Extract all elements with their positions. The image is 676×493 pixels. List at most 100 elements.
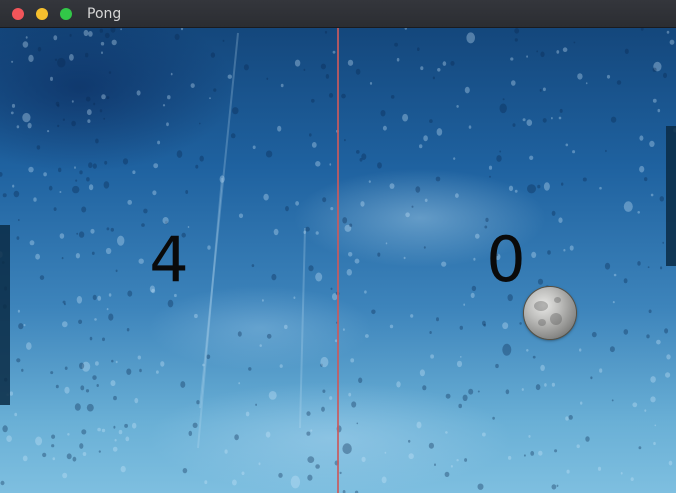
raindrop <box>442 61 447 66</box>
raindrop <box>174 33 180 40</box>
raindrop <box>529 155 534 160</box>
raindrop <box>652 67 657 72</box>
raindrop <box>311 98 315 103</box>
raindrop <box>505 389 510 395</box>
raindrop <box>28 166 34 173</box>
raindrop <box>112 446 118 452</box>
raindrop <box>86 177 90 182</box>
raindrop <box>526 55 528 58</box>
raindrop <box>649 140 655 147</box>
maximize-window-button[interactable] <box>60 8 72 20</box>
raindrop <box>542 118 547 123</box>
raindrop <box>90 228 95 234</box>
raindrop <box>585 436 590 442</box>
raindrop <box>285 206 289 212</box>
raindrop <box>662 241 664 244</box>
game-field[interactable]: 4 0 <box>0 28 676 493</box>
raindrop <box>496 155 502 162</box>
raindrop <box>368 180 371 183</box>
raindrop <box>435 176 441 182</box>
raindrop <box>492 416 495 420</box>
raindrop <box>12 184 15 188</box>
raindrop <box>86 109 92 116</box>
close-window-button[interactable] <box>12 8 24 20</box>
raindrop <box>101 51 103 54</box>
raindrop <box>349 223 353 227</box>
raindrop <box>255 403 257 406</box>
right-player-score: 0 <box>486 223 526 296</box>
title-bar[interactable]: Pong <box>0 0 676 28</box>
raindrop <box>54 58 58 61</box>
raindrop <box>408 453 414 460</box>
raindrop <box>526 119 533 126</box>
raindrop <box>537 278 544 285</box>
raindrop <box>390 95 395 99</box>
raindrop <box>419 369 425 377</box>
raindrop <box>114 438 117 442</box>
raindrop <box>42 452 47 458</box>
raindrop <box>67 433 70 436</box>
raindrop <box>9 391 13 396</box>
raindrop <box>22 112 31 123</box>
left-paddle[interactable] <box>0 225 10 405</box>
raindrop <box>180 28 184 31</box>
raindrop <box>311 142 317 148</box>
raindrop <box>258 462 261 466</box>
raindrop <box>176 150 183 158</box>
raindrop <box>207 245 211 250</box>
raindrop <box>489 175 491 178</box>
raindrop <box>62 118 65 121</box>
ball-crater <box>550 313 562 325</box>
raindrop <box>23 324 26 327</box>
raindrop <box>329 396 333 400</box>
raindrop <box>48 185 53 191</box>
raindrop <box>647 266 650 269</box>
raindrop <box>53 35 58 41</box>
raindrop <box>232 107 239 115</box>
raindrop <box>543 182 550 191</box>
raindrop <box>199 122 201 125</box>
raindrop <box>423 135 428 142</box>
raindrop <box>268 391 277 400</box>
raindrop <box>609 346 615 353</box>
right-paddle[interactable] <box>666 126 676 266</box>
raindrop <box>444 471 450 477</box>
raindrop <box>660 266 663 270</box>
raindrop <box>576 444 580 449</box>
raindrop <box>83 29 89 37</box>
raindrop <box>37 46 42 52</box>
raindrop <box>245 411 250 417</box>
raindrop <box>293 296 296 300</box>
raindrop <box>126 328 130 332</box>
raindrop <box>315 464 320 469</box>
raindrop <box>101 94 106 100</box>
raindrop <box>532 355 536 359</box>
raindrop <box>306 431 311 436</box>
raindrop <box>623 278 628 284</box>
raindrop <box>417 47 420 51</box>
raindrop <box>577 73 583 80</box>
ball-crater <box>538 319 546 326</box>
raindrop <box>59 191 62 193</box>
minimize-window-button[interactable] <box>36 8 48 20</box>
raindrop <box>377 162 382 169</box>
raindrop <box>33 197 37 202</box>
raindrop <box>170 72 173 76</box>
raindrop <box>354 258 360 264</box>
raindrop <box>666 354 671 360</box>
raindrop <box>453 157 456 160</box>
raindrop <box>556 484 559 487</box>
raindrop <box>143 208 148 214</box>
raindrop <box>74 166 76 169</box>
raindrop <box>459 325 463 330</box>
raindrop <box>666 30 670 34</box>
raindrop <box>61 257 64 260</box>
raindrop <box>573 41 576 44</box>
raindrop <box>259 344 262 347</box>
raindrop <box>579 348 582 352</box>
raindrop <box>380 110 386 117</box>
raindrop <box>6 435 12 443</box>
raindrop <box>422 385 427 391</box>
raindrop <box>527 184 536 194</box>
raindrop <box>616 80 622 85</box>
